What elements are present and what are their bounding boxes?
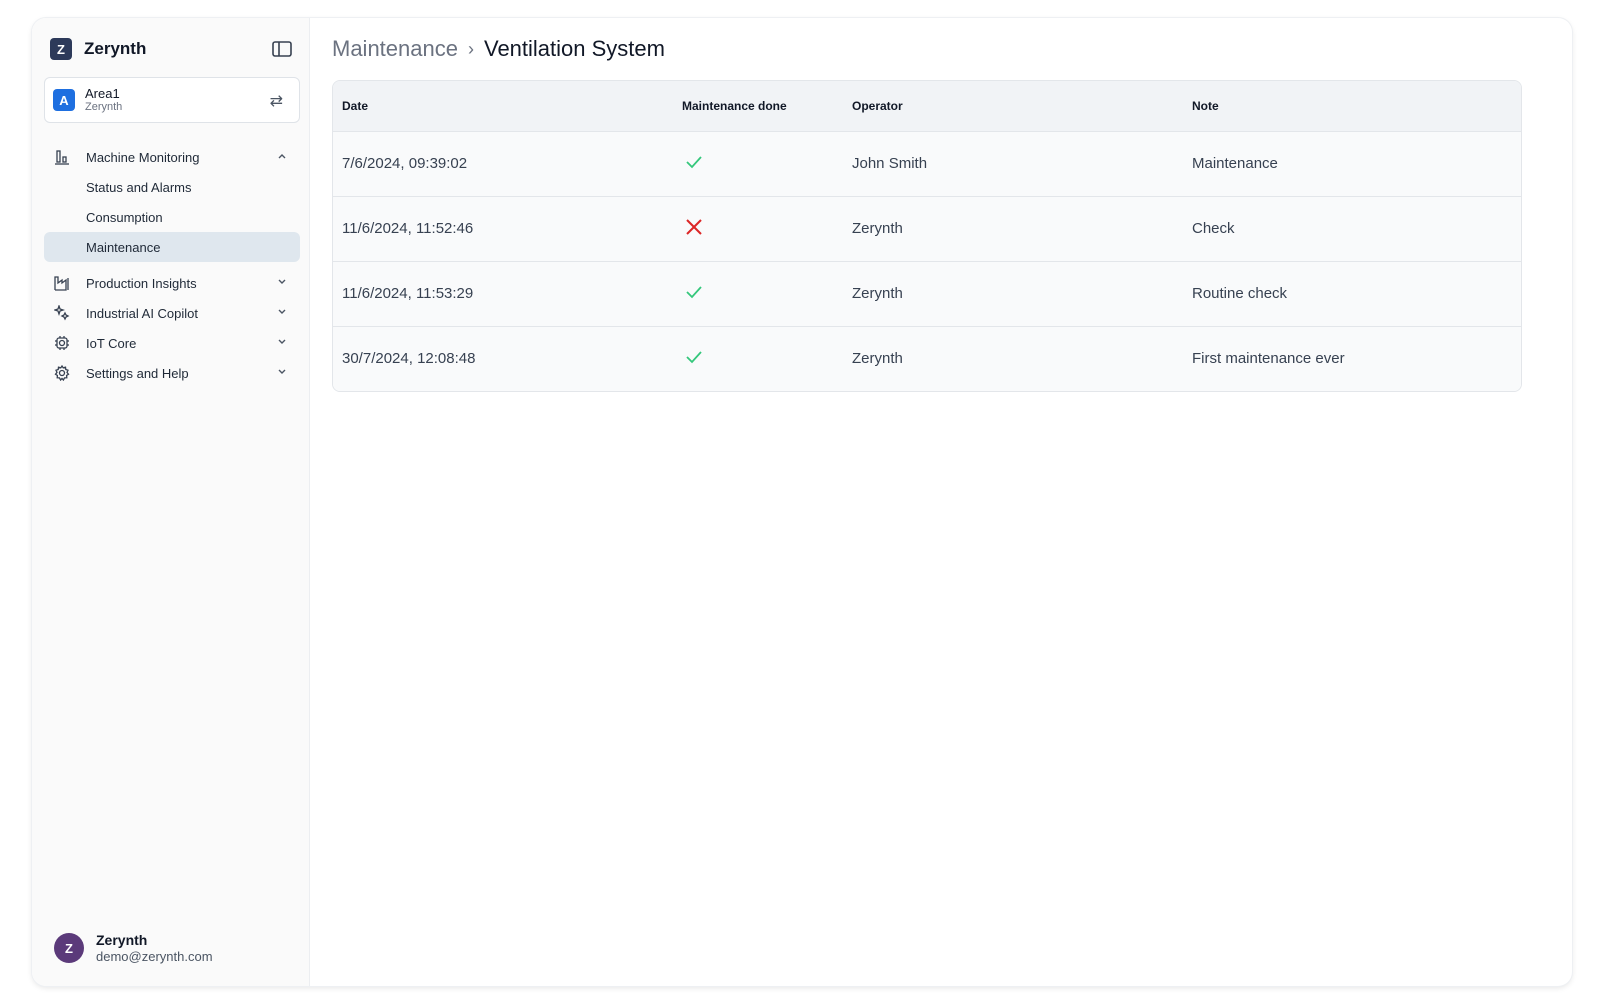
brand: Z Zerynth: [50, 38, 146, 60]
user-info: Zerynth demo@zerynth.com: [96, 931, 213, 966]
chevron-down-icon: [278, 369, 286, 374]
sidebar-item-label: Settings and Help: [86, 365, 189, 381]
chevron-down-icon: [278, 309, 286, 314]
table-row[interactable]: 11/6/2024, 11:52:46 Zerynth Check: [333, 196, 1521, 262]
cell-maintenance-done: [673, 131, 843, 197]
cell-operator: Zerynth: [843, 196, 1183, 262]
sidebar-item-production-insights[interactable]: Production Insights: [44, 268, 300, 298]
sidebar-panel-icon: [272, 41, 292, 57]
breadcrumb: Maintenance › Ventilation System: [332, 36, 665, 62]
cell-note: Check: [1183, 196, 1521, 262]
sidebar-item-industrial-ai-copilot[interactable]: Industrial AI Copilot: [44, 298, 300, 328]
maintenance-table: Date Maintenance done Operator Note 7/6/…: [332, 80, 1522, 392]
cell-operator: Zerynth: [843, 261, 1183, 327]
cross-icon: [686, 218, 702, 235]
area-org: Zerynth: [85, 101, 123, 114]
check-icon: [686, 155, 702, 168]
table-header-row: Date Maintenance done Operator Note: [333, 81, 1521, 132]
main-content: Maintenance › Ventilation System Date Ma…: [310, 18, 1572, 986]
check-icon: [686, 351, 702, 364]
gear-icon: [54, 365, 70, 381]
sidebar-subitem-consumption[interactable]: Consumption: [44, 202, 300, 232]
cell-maintenance-done: [673, 196, 843, 262]
brand-name: Zerynth: [84, 39, 147, 58]
table-row[interactable]: 30/7/2024, 12:08:48 Zerynth First maintena…: [333, 326, 1521, 391]
sidebar-item-label: Production Insights: [86, 275, 197, 291]
table-row[interactable]: 7/6/2024, 09:39:02 John Smith Maintenance: [333, 131, 1521, 197]
app-window: Z Zerynth A Area1 Zerynth ⇄ Machine Moni…: [32, 18, 1572, 986]
area-switcher[interactable]: A Area1 Zerynth ⇄: [44, 77, 300, 123]
chevron-up-icon: [278, 154, 286, 159]
chevron-down-icon: [278, 339, 286, 344]
cell-date: 30/7/2024, 12:08:48: [333, 326, 673, 391]
cell-maintenance-done: [673, 261, 843, 327]
area-name: Area1: [85, 85, 120, 101]
cell-operator: Zerynth: [843, 326, 1183, 391]
cell-note: Routine check: [1183, 261, 1521, 327]
cell-date: 7/6/2024, 09:39:02: [333, 131, 673, 197]
avatar: Z: [54, 933, 84, 964]
area-badge: A: [53, 89, 75, 111]
column-header-operator: Operator: [843, 81, 1183, 132]
factory-icon: [54, 275, 70, 291]
table-row[interactable]: 11/6/2024, 11:53:29 Zerynth Routine check: [333, 261, 1521, 327]
sidebar-item-iot-core[interactable]: IoT Core: [44, 328, 300, 358]
column-header-maintenance-done: Maintenance done: [673, 81, 843, 132]
cell-note: Maintenance: [1183, 131, 1521, 197]
sidebar-item-label: IoT Core: [86, 335, 137, 351]
cell-date: 11/6/2024, 11:52:46: [333, 196, 673, 262]
column-header-date: Date: [333, 81, 673, 132]
bar-chart-icon: [54, 149, 70, 165]
chevron-down-icon: [278, 279, 286, 284]
sidebar-nav: Machine Monitoring Status and Alarms Con…: [44, 142, 300, 388]
brand-logo: Z: [50, 38, 72, 60]
cell-date: 11/6/2024, 11:53:29: [333, 261, 673, 327]
sidebar-item-label: Machine Monitoring: [86, 149, 200, 165]
area-text: Area1 Zerynth: [85, 85, 123, 114]
cell-maintenance-done: [673, 326, 843, 391]
sidebar-subitem-maintenance[interactable]: Maintenance: [44, 232, 300, 262]
sparkles-icon: [54, 305, 70, 321]
user-email: demo@zerynth.com: [96, 949, 213, 965]
swap-arrows-icon: ⇄: [269, 93, 283, 110]
check-icon: [686, 285, 702, 298]
sidebar-toggle-button[interactable]: [271, 40, 293, 58]
sidebar-item-settings-and-help[interactable]: Settings and Help: [44, 358, 300, 388]
sidebar: Z Zerynth A Area1 Zerynth ⇄ Machine Moni…: [32, 18, 310, 986]
cell-operator: John Smith: [843, 131, 1183, 197]
user-profile[interactable]: Z Zerynth demo@zerynth.com: [54, 931, 213, 966]
chip-icon: [54, 335, 70, 351]
cell-note: First maintenance ever: [1183, 326, 1521, 391]
column-header-note: Note: [1183, 81, 1521, 132]
sidebar-item-label: Industrial AI Copilot: [86, 305, 199, 321]
sidebar-item-machine-monitoring[interactable]: Machine Monitoring: [44, 142, 300, 172]
user-name: Zerynth: [96, 931, 148, 948]
sidebar-subitem-status-and-alarms[interactable]: Status and Alarms: [44, 172, 300, 202]
chevron-right-icon: ›: [467, 38, 474, 59]
page-title: Ventilation System: [483, 36, 665, 61]
breadcrumb-parent[interactable]: Maintenance: [332, 36, 458, 62]
